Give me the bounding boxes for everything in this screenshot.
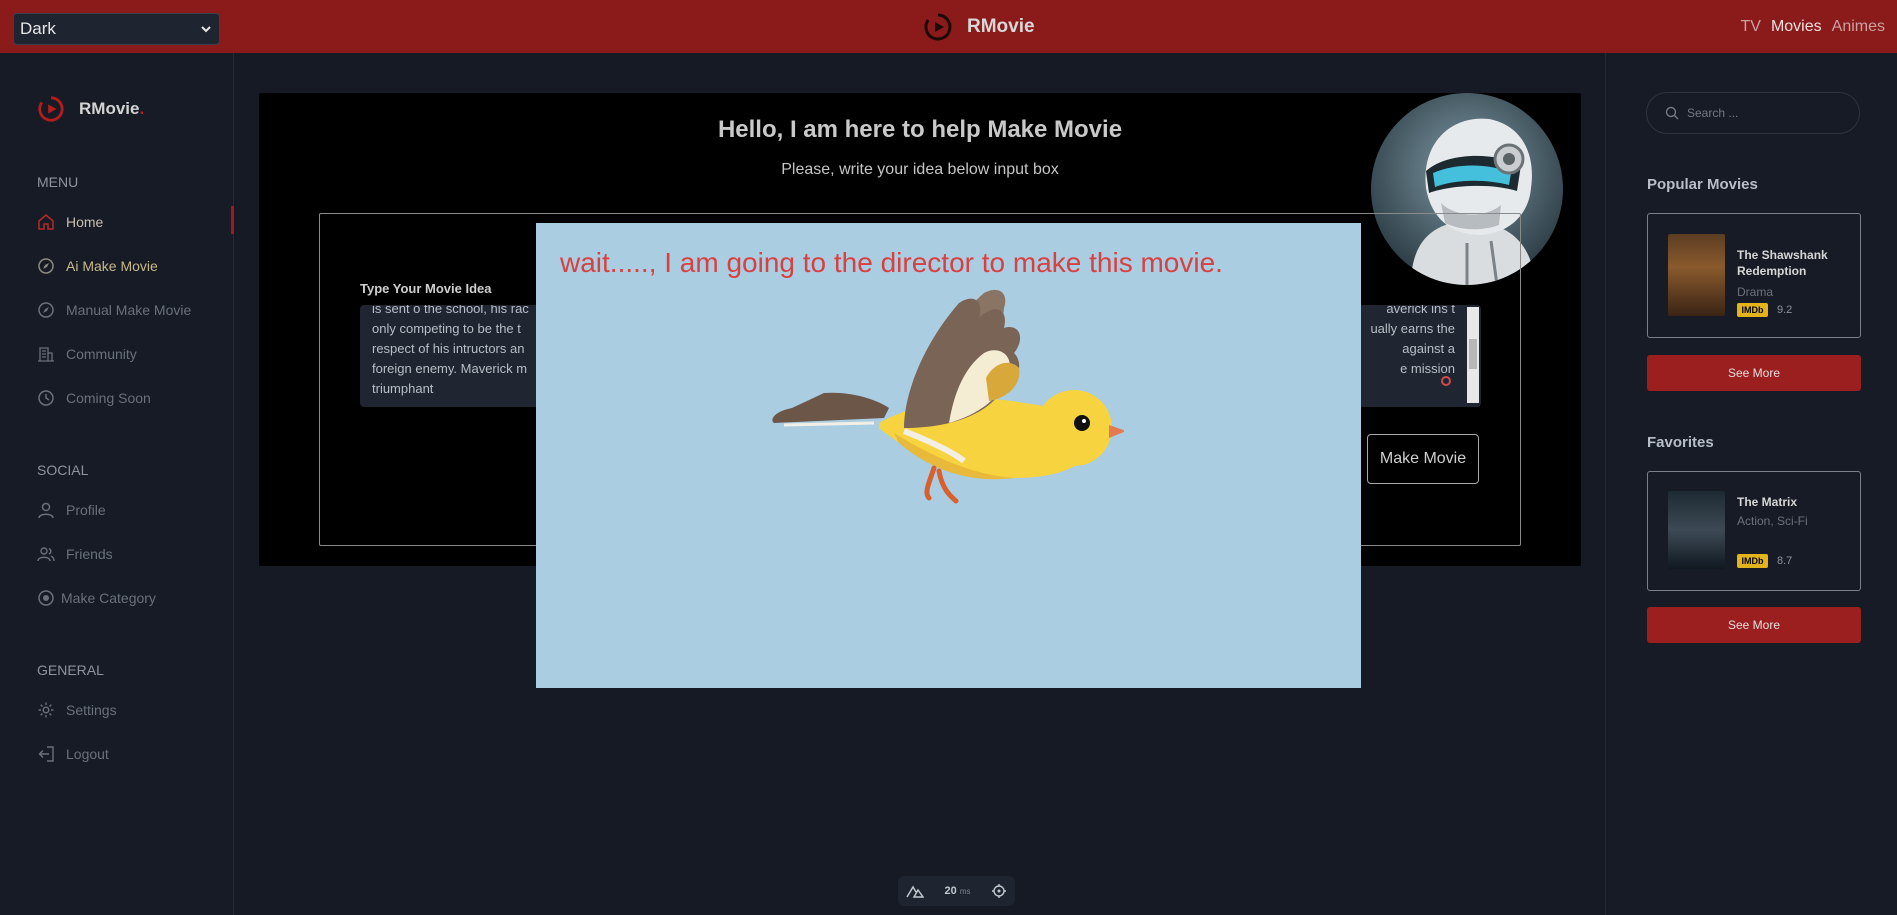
flying-bird-icon [772,289,1124,504]
imdb-badge: IMDb [1737,554,1768,568]
logout-icon [38,746,54,762]
loading-overlay: wait....., I am going to the director to… [536,223,1361,688]
theme-select[interactable]: Dark [13,13,220,45]
movie-rating: 8.7 [1777,555,1793,567]
movie-title: The Matrix [1737,495,1798,509]
sidebar-brand-dot: . [139,99,145,118]
social-section-title: SOCIAL [37,462,89,478]
sidebar-item-community[interactable]: Community [37,342,234,366]
sidebar-item-friends[interactable]: Friends [37,542,234,566]
movie-poster [1668,491,1725,569]
perf-indicator[interactable]: 20 ms [898,876,1015,906]
play-logo-icon [924,13,952,41]
loading-message: wait....., I am going to the director to… [560,247,1223,278]
sidebar-item-manual-make-movie[interactable]: Manual Make Movie [37,298,234,322]
idea-line: only competing to be the t [372,321,521,336]
sidebar-item-profile[interactable]: Profile [37,498,234,522]
sidebar-item-label: Home [66,214,104,230]
see-more-favorites-button[interactable]: See More [1647,607,1861,643]
sidebar-item-ai-make-movie[interactable]: Ai Make Movie [37,254,234,278]
compass-icon [38,302,54,318]
favorites-title: Favorites [1647,434,1714,451]
nav-movies[interactable]: Movies [1771,18,1822,36]
sidebar-item-label: Coming Soon [66,390,151,406]
movie-poster [1668,234,1725,316]
idea-line: triumphant [372,381,434,396]
header-brand[interactable]: RMovie [923,12,1035,42]
scrollbar-thumb[interactable] [1469,339,1477,369]
sidebar-item-label: Make Category [61,590,156,606]
idea-line: respect of his intructors an [372,341,525,356]
idea-text-left: is sent o the school, his rac only compe… [372,305,552,399]
popular-movies-title: Popular Movies [1647,176,1758,193]
compass-icon [38,258,54,274]
building-icon [38,347,54,362]
general-section-title: GENERAL [37,662,104,678]
gear-icon [38,702,54,718]
search-placeholder: Search ... [1687,106,1739,120]
header-brand-name: RMovie [967,16,1035,37]
target-icon [38,590,54,606]
theme-select-value: Dark [20,19,56,38]
movie-card-matrix[interactable]: The Matrix Action, Sci-Fi IMDb 8.7 [1647,471,1861,591]
sidebar-item-home[interactable]: Home [37,206,234,234]
sidebar-item-make-category[interactable]: Make Category [37,586,234,610]
search-icon [1665,106,1679,120]
users-icon [37,547,55,562]
sidebar-item-label: Ai Make Movie [66,258,158,274]
movie-genre: Drama [1737,285,1774,299]
top-bar: Dark RMovie TV Movies Animes [0,0,1897,53]
perf-value: 20 [944,885,957,897]
movie-title: The Shawshank Redemption [1737,248,1828,278]
sidebar-brand-name: RMovie [79,99,140,118]
sidebar-item-label: Logout [66,746,109,762]
idea-label: Type Your Movie Idea [360,281,492,296]
top-nav: TV Movies Animes [1741,18,1886,36]
perf-unit: ms [959,887,971,896]
active-indicator [231,206,234,234]
make-movie-button[interactable]: Make Movie [1367,434,1479,484]
movie-card-shawshank[interactable]: The Shawshank Redemption Drama IMDb 9.2 [1647,213,1861,338]
movie-rating: 9.2 [1777,304,1793,316]
sidebar-item-label: Profile [66,502,106,518]
sidebar-item-label: Manual Make Movie [66,302,192,318]
sidebar-item-label: Settings [66,702,117,718]
page-title: Hello, I am here to help Make Movie [717,116,1123,143]
home-icon [38,214,54,230]
idea-line: is sent o the school, his rac [372,305,529,316]
sidebar-item-coming-soon[interactable]: Coming Soon [37,386,234,410]
chevron-down-icon [201,26,211,33]
menu-section-title: MENU [37,174,79,190]
sidebar-item-logout[interactable]: Logout [37,742,234,766]
sidebar-item-label: Community [66,346,137,362]
idea-line: foreign enemy. Maverick m [372,361,528,376]
clock-icon [38,390,54,406]
sidebar-item-label: Friends [66,546,113,562]
right-sidebar: Search ... Popular Movies The Shawshank … [1605,53,1897,915]
nav-animes[interactable]: Animes [1832,18,1885,36]
nav-tv[interactable]: TV [1741,18,1761,36]
record-icon[interactable] [1441,376,1451,386]
search-input[interactable]: Search ... [1646,92,1860,134]
sidebar-item-settings[interactable]: Settings [37,698,234,722]
user-icon [38,502,54,519]
movie-genre: Action, Sci-Fi [1737,514,1808,528]
see-more-popular-button[interactable]: See More [1647,355,1861,391]
crosshair-icon [991,884,1006,898]
nuxt-logo-icon [906,885,924,898]
imdb-badge: IMDb [1737,303,1768,317]
left-sidebar: RMovie. MENU Home Ai Make Movie Manual M… [0,53,234,915]
sidebar-brand[interactable]: RMovie. [37,95,144,123]
play-logo-icon [38,96,64,122]
textarea-scrollbar[interactable] [1467,307,1479,403]
